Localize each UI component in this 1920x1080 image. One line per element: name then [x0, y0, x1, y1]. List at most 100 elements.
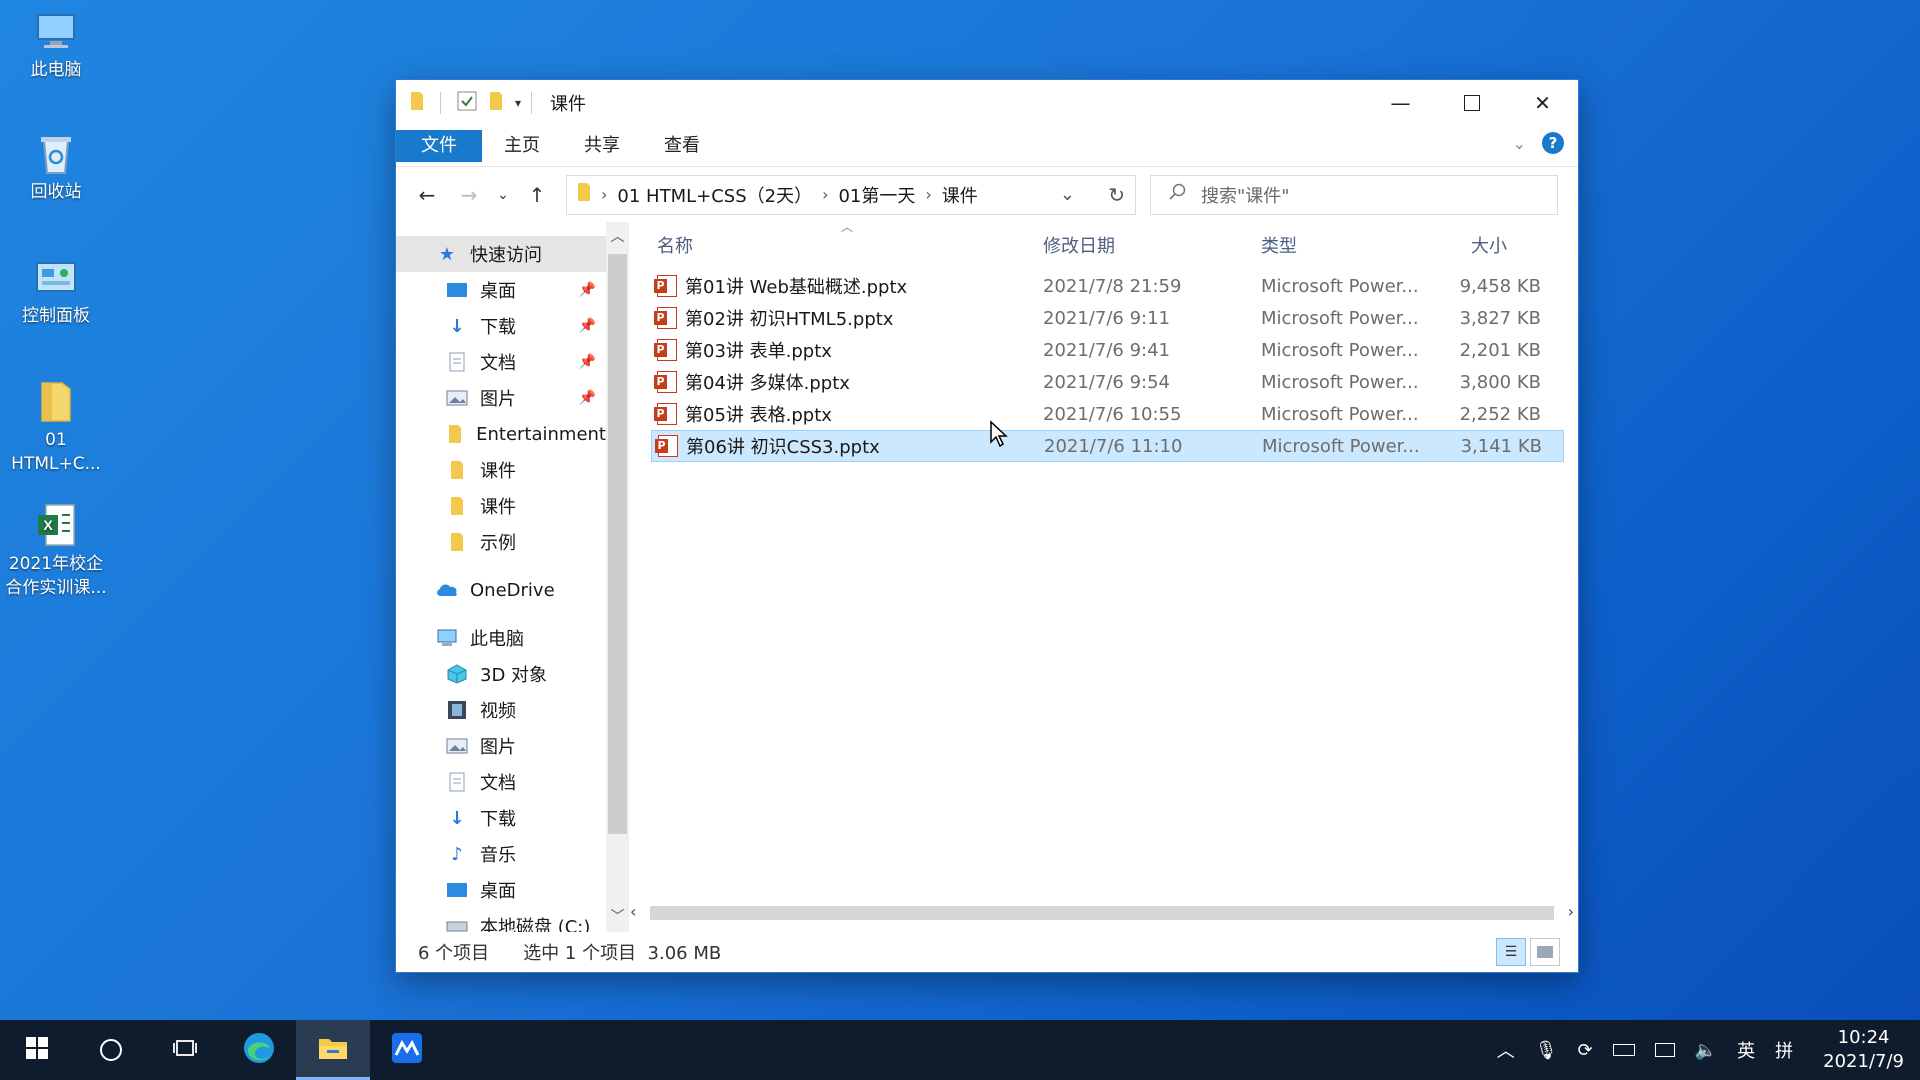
scrollbar-thumb[interactable]	[608, 254, 627, 834]
scroll-right-icon[interactable]: ›	[1568, 902, 1574, 921]
excel-icon: X	[33, 502, 79, 548]
taskbar-edge-button[interactable]	[222, 1020, 296, 1080]
close-button[interactable]: ✕	[1507, 80, 1578, 126]
back-button[interactable]: ←	[406, 183, 448, 207]
file-date: 2021/7/6 11:10	[1044, 435, 1183, 457]
desktop-icon-this-pc[interactable]: 此电脑	[0, 8, 112, 82]
search-input[interactable]: 搜索"课件"	[1150, 174, 1558, 215]
tab-home[interactable]: 主页	[482, 130, 562, 162]
nav-item-entertainment[interactable]: Entertainment	[396, 416, 606, 452]
column-header-size[interactable]: 大小	[1439, 232, 1549, 258]
column-header-date[interactable]: 修改日期	[1043, 232, 1261, 258]
ime-language-indicator[interactable]: 英	[1737, 1037, 1755, 1063]
nav-item-desktop[interactable]: 桌面 📌	[396, 272, 606, 308]
start-button[interactable]	[0, 1020, 74, 1080]
tab-view[interactable]: 查看	[642, 130, 722, 162]
scroll-left-icon[interactable]: ‹	[630, 902, 636, 921]
folder-icon	[33, 378, 79, 424]
scrollbar-thumb[interactable]	[650, 906, 1554, 920]
pin-icon[interactable]: 📌	[579, 354, 596, 370]
breadcrumb-item[interactable]: 01第一天	[838, 182, 915, 208]
nav-pane-scrollbar[interactable]: ︿ ﹀	[606, 222, 629, 932]
nav-item-downloads-pc[interactable]: ↓ 下载	[396, 800, 606, 836]
sync-icon[interactable]: ⟳	[1578, 1040, 1593, 1061]
task-view-button[interactable]	[148, 1020, 222, 1080]
nav-item-downloads[interactable]: ↓ 下载 📌	[396, 308, 606, 344]
forward-button[interactable]: →	[448, 183, 490, 207]
folder-icon	[444, 424, 466, 444]
details-view-button[interactable]: ☰	[1496, 938, 1526, 966]
control-panel-icon	[33, 254, 79, 300]
properties-checkbox-icon[interactable]	[457, 91, 477, 116]
address-dropdown-chevron-icon[interactable]: ⌄	[1060, 184, 1075, 205]
help-button[interactable]: ?	[1542, 132, 1564, 154]
nav-item-videos[interactable]: 视频	[396, 692, 606, 728]
nav-quick-access[interactable]: ★ 快速访问	[396, 236, 606, 272]
microphone-icon[interactable]: 🎙	[1535, 1040, 1558, 1061]
up-button[interactable]: ↑	[516, 183, 558, 207]
nav-item-music[interactable]: ♪ 音乐	[396, 836, 606, 872]
column-header-name[interactable]: 名称	[651, 232, 1043, 258]
nav-item-documents[interactable]: 文档 📌	[396, 344, 606, 380]
maximize-button[interactable]	[1436, 80, 1507, 126]
file-date: 2021/7/8 21:59	[1043, 275, 1182, 297]
nav-label: 快速访问	[470, 245, 542, 266]
breadcrumb-item[interactable]: 01 HTML+CSS（2天）	[617, 182, 812, 208]
breadcrumb-separator-icon[interactable]: ›	[822, 185, 828, 204]
file-row[interactable]: 第02讲 初识HTML5.pptx 2021/7/6 9:11 Microsof…	[651, 302, 1564, 334]
file-row-selected[interactable]: 第06讲 初识CSS3.pptx 2021/7/6 11:10 Microsof…	[651, 430, 1564, 462]
horizontal-scrollbar[interactable]: ‹ ›	[626, 902, 1578, 924]
column-header-type[interactable]: 类型	[1261, 232, 1439, 258]
clock[interactable]: 10:24 2021/7/9	[1813, 1026, 1904, 1074]
file-row[interactable]: 第04讲 多媒体.pptx 2021/7/6 9:54 Microsoft Po…	[651, 366, 1564, 398]
file-row[interactable]: 第05讲 表格.pptx 2021/7/6 10:55 Microsoft Po…	[651, 398, 1564, 430]
scroll-up-icon[interactable]: ︿	[606, 226, 629, 246]
nav-onedrive[interactable]: OneDrive	[396, 572, 606, 608]
breadcrumb-separator-icon[interactable]: ›	[925, 185, 931, 204]
volume-icon[interactable]: 🔈	[1695, 1040, 1717, 1061]
taskbar-app-button[interactable]	[370, 1020, 444, 1080]
taskbar-file-explorer-button[interactable]	[296, 1020, 370, 1080]
search-button[interactable]	[74, 1020, 148, 1080]
show-hidden-icons-chevron-icon[interactable]: ︿	[1497, 1037, 1515, 1063]
nav-item-courseware[interactable]: 课件	[396, 452, 606, 488]
battery-icon[interactable]	[1612, 1044, 1635, 1056]
file-row[interactable]: 第03讲 表单.pptx 2021/7/6 9:41 Microsoft Pow…	[651, 334, 1564, 366]
nav-item-pictures[interactable]: 图片 📌	[396, 380, 606, 416]
pin-icon[interactable]: 📌	[579, 282, 596, 298]
nav-item-local-disk[interactable]: 本地磁盘 (C:)	[396, 908, 606, 932]
expand-ribbon-chevron-icon[interactable]: ⌄	[1513, 134, 1526, 153]
tab-file[interactable]: 文件	[396, 130, 482, 162]
desktop-icon-folder-01[interactable]: 01 HTML+C...	[0, 378, 112, 476]
folder-icon	[444, 496, 470, 516]
breadcrumb-separator-icon[interactable]: ›	[601, 185, 607, 204]
network-icon[interactable]	[1654, 1043, 1675, 1057]
minimize-button[interactable]: —	[1365, 80, 1436, 126]
nav-item-documents-pc[interactable]: 文档	[396, 764, 606, 800]
desktop-icon-recycle-bin[interactable]: 回收站	[0, 130, 112, 204]
desktop-icon-excel-file[interactable]: X 2021年校企 合作实训课...	[0, 502, 112, 600]
nav-item-desktop-pc[interactable]: 桌面	[396, 872, 606, 908]
file-type: Microsoft Power...	[1261, 275, 1419, 297]
recent-locations-chevron-icon[interactable]: ⌄	[490, 187, 516, 203]
nav-item-courseware-2[interactable]: 课件	[396, 488, 606, 524]
customize-qat-chevron-icon[interactable]: ▾	[515, 96, 521, 110]
desktop-icon-control-panel[interactable]: 控制面板	[0, 254, 112, 328]
nav-item-pictures-pc[interactable]: 图片	[396, 728, 606, 764]
ime-mode-indicator[interactable]: 拼	[1775, 1037, 1793, 1063]
pin-icon[interactable]: 📌	[579, 318, 596, 334]
file-row[interactable]: 第01讲 Web基础概述.pptx 2021/7/8 21:59 Microso…	[651, 270, 1564, 302]
nav-item-examples[interactable]: 示例	[396, 524, 606, 560]
new-folder-icon[interactable]	[489, 91, 503, 116]
nav-label: 文档	[480, 353, 516, 374]
nav-this-pc[interactable]: 此电脑	[396, 620, 606, 656]
nav-item-3d-objects[interactable]: 3D 对象	[396, 656, 606, 692]
file-size: 3,827 KB	[1459, 307, 1541, 329]
tab-share[interactable]: 共享	[562, 130, 642, 162]
refresh-icon[interactable]: ↻	[1108, 183, 1125, 207]
quick-access-toolbar: ▾	[410, 91, 521, 116]
pin-icon[interactable]: 📌	[579, 390, 596, 406]
large-icons-view-button[interactable]	[1530, 938, 1560, 966]
address-bar[interactable]: › 01 HTML+CSS（2天） › 01第一天 › 课件 ⌄ ↻	[566, 174, 1136, 215]
breadcrumb-item[interactable]: 课件	[942, 182, 978, 208]
